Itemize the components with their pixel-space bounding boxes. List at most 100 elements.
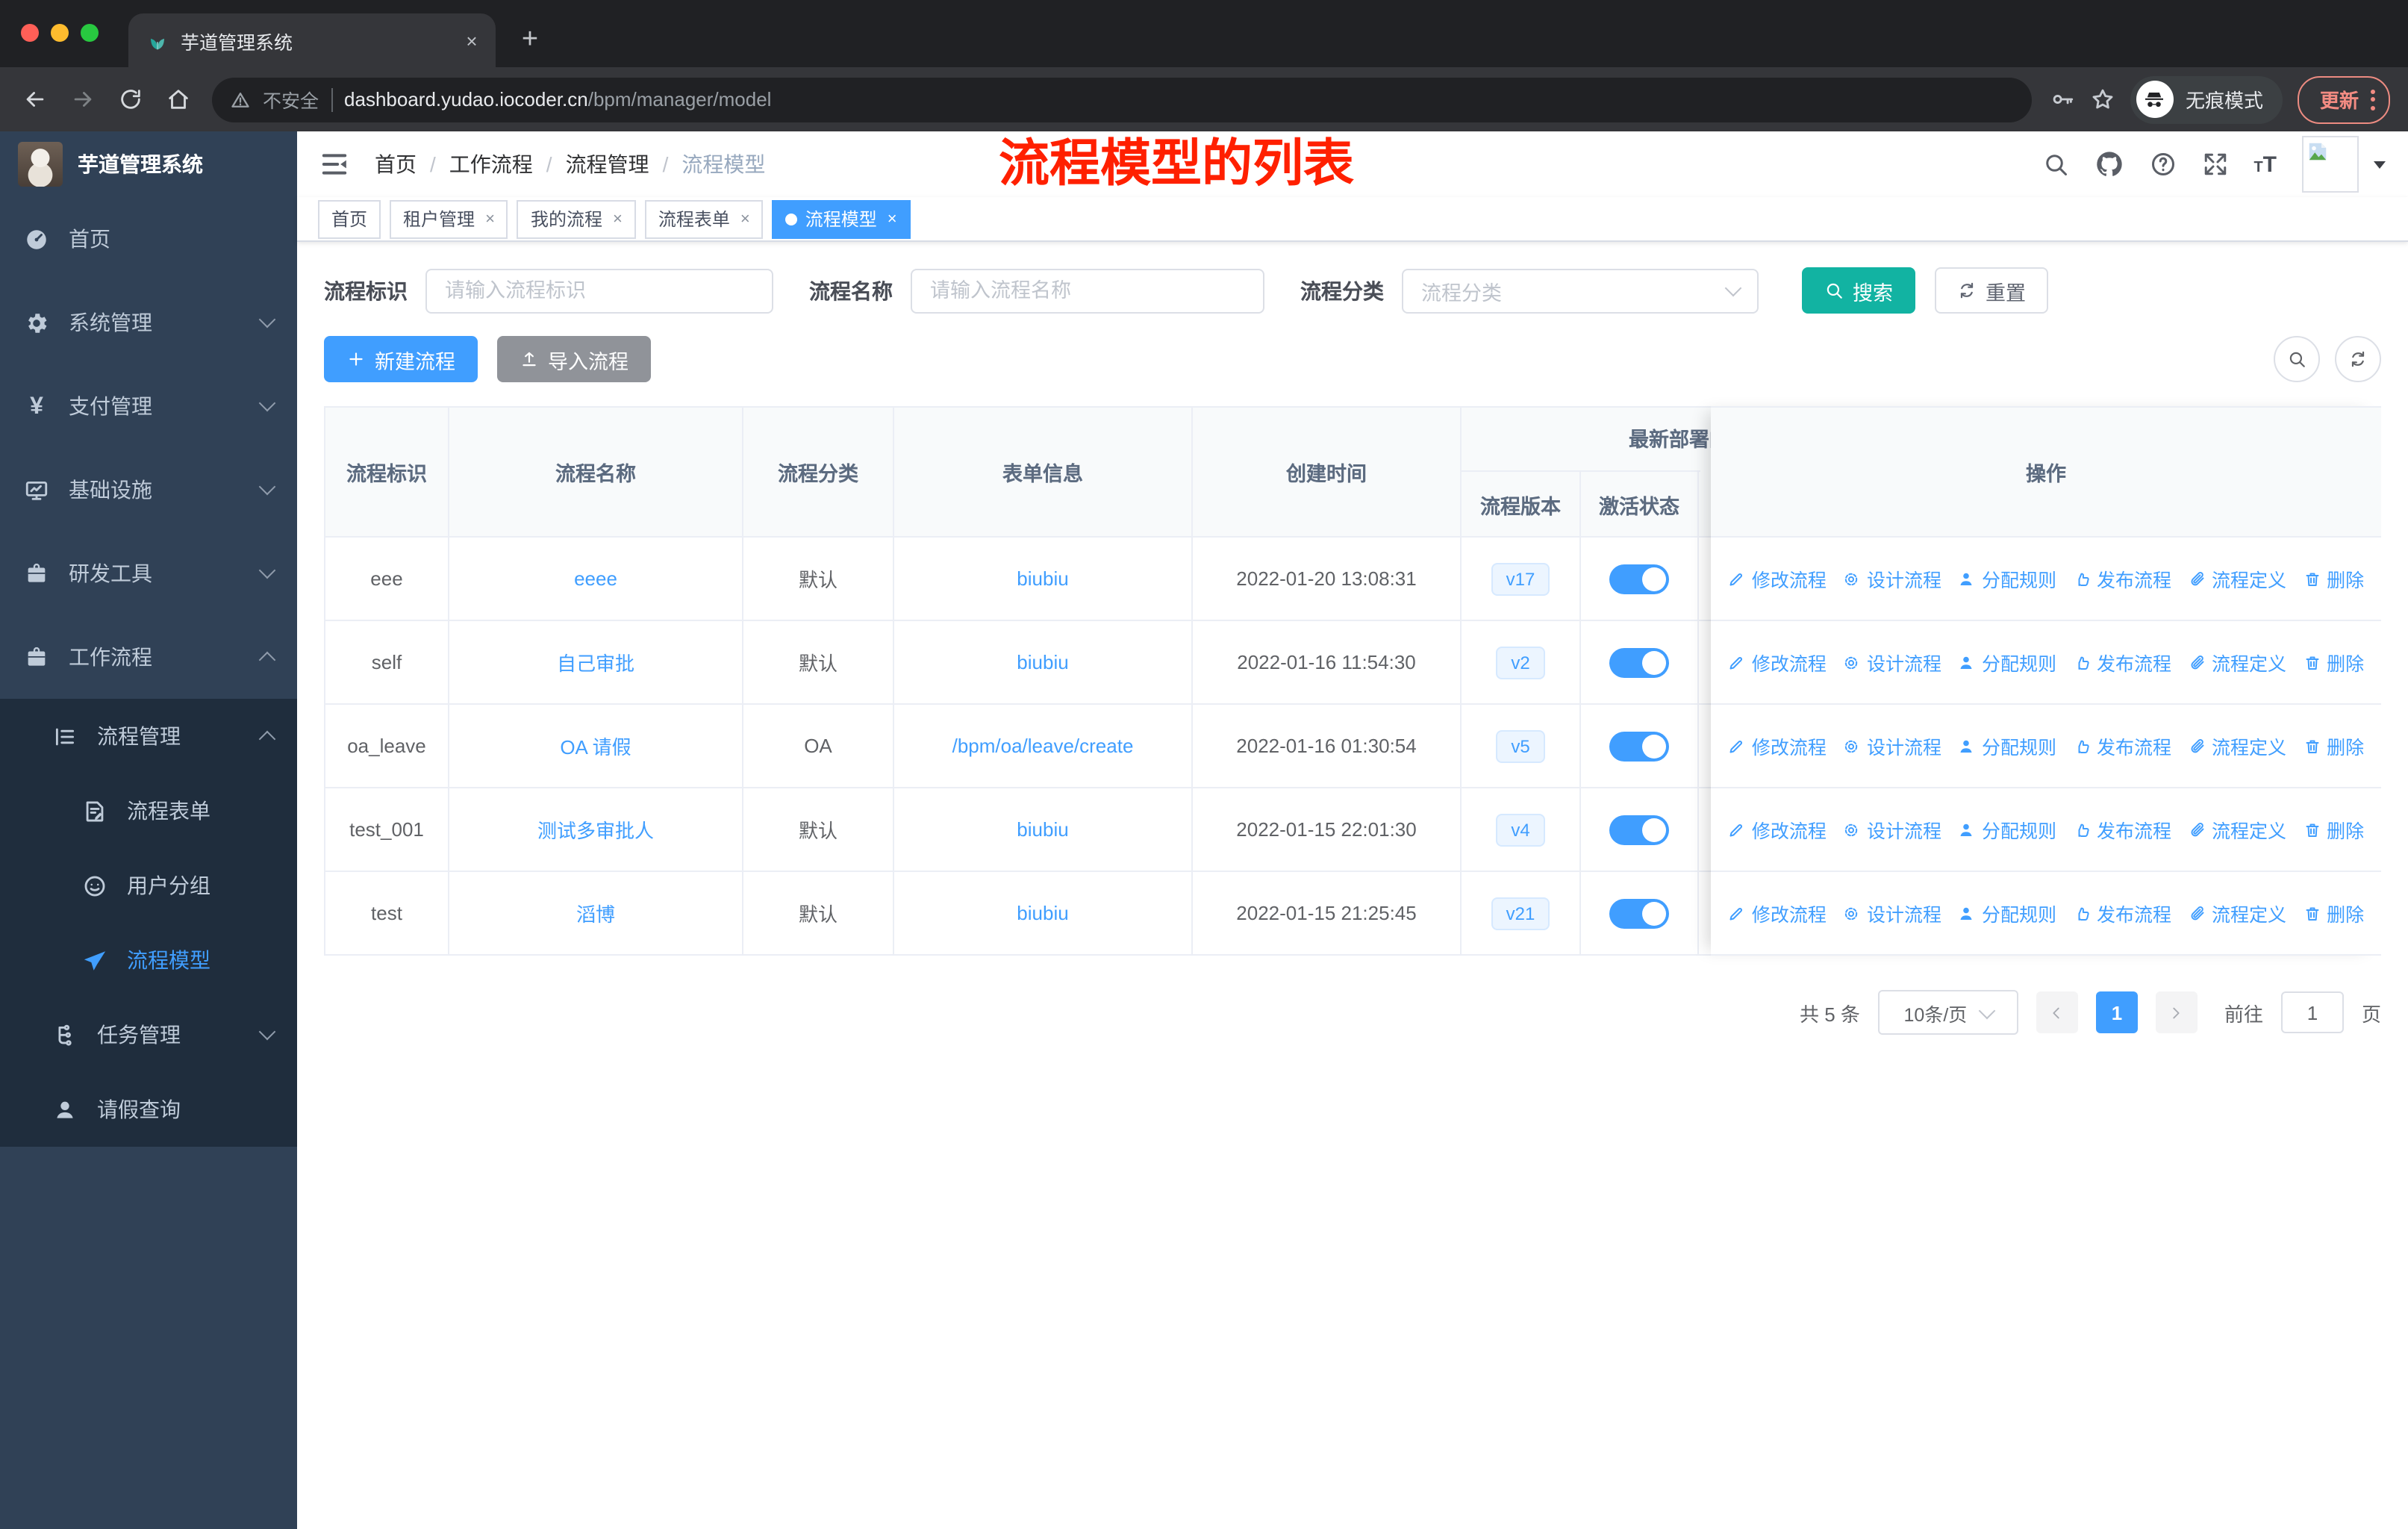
sidebar-item-workflow[interactable]: 工作流程: [0, 615, 297, 699]
github-icon[interactable]: [2094, 149, 2124, 179]
process-name-link[interactable]: eeee: [574, 567, 617, 590]
assign-rule-link[interactable]: 分配规则: [1958, 899, 2056, 927]
import-process-button[interactable]: 导入流程: [497, 336, 651, 382]
reset-button[interactable]: 重置: [1935, 267, 2048, 314]
active-toggle[interactable]: [1609, 815, 1669, 844]
page-number-button[interactable]: 1: [2095, 991, 2138, 1033]
close-tag-icon[interactable]: ×: [613, 210, 623, 228]
process-name-link[interactable]: 测试多审批人: [537, 815, 654, 844]
back-button[interactable]: [12, 77, 57, 122]
sidebar-item-process-model[interactable]: 流程模型: [0, 923, 297, 997]
tag-process-form[interactable]: 流程表单 ×: [644, 199, 764, 238]
design-process-link[interactable]: 设计流程: [1843, 732, 1941, 760]
new-tab-button[interactable]: +: [508, 18, 552, 63]
form-info-link[interactable]: biubiu: [1017, 567, 1068, 590]
goto-page-input[interactable]: [2280, 991, 2344, 1033]
publish-process-link[interactable]: 发布流程: [2073, 899, 2171, 927]
avatar-caret-down-icon[interactable]: [2374, 161, 2386, 168]
close-tag-icon[interactable]: ×: [740, 210, 750, 228]
form-info-link[interactable]: biubiu: [1017, 902, 1068, 924]
help-icon[interactable]: [2149, 151, 2176, 178]
form-info-link[interactable]: /bpm/oa/leave/create: [952, 735, 1134, 757]
sidebar-item-task-mgmt[interactable]: 任务管理: [0, 997, 297, 1072]
password-key-icon[interactable]: [2050, 87, 2075, 112]
address-bar[interactable]: 不安全 dashboard.yudao.iocoder.cn/bpm/manag…: [212, 77, 2032, 122]
publish-process-link[interactable]: 发布流程: [2073, 732, 2171, 760]
modify-process-link[interactable]: 修改流程: [1728, 815, 1827, 844]
category-select[interactable]: 流程分类: [1402, 268, 1759, 313]
page-size-select[interactable]: 10条/页: [1877, 990, 2018, 1035]
process-name-link[interactable]: OA 请假: [560, 732, 631, 760]
design-process-link[interactable]: 设计流程: [1843, 648, 1941, 676]
modify-process-link[interactable]: 修改流程: [1728, 648, 1827, 676]
tag-process-model[interactable]: 流程模型 ×: [772, 199, 911, 238]
sidebar-item-process-mgmt[interactable]: 流程管理: [0, 699, 297, 773]
delete-link[interactable]: 删除: [2303, 899, 2364, 927]
minimize-window-button[interactable]: [51, 24, 69, 42]
delete-link[interactable]: 删除: [2303, 732, 2364, 760]
publish-process-link[interactable]: 发布流程: [2073, 564, 2171, 593]
delete-link[interactable]: 删除: [2303, 648, 2364, 676]
design-process-link[interactable]: 设计流程: [1843, 564, 1941, 593]
create-process-button[interactable]: 新建流程: [324, 336, 478, 382]
search-button[interactable]: 搜索: [1802, 267, 1915, 314]
form-info-link[interactable]: biubiu: [1017, 651, 1068, 673]
form-info-link[interactable]: biubiu: [1017, 818, 1068, 841]
delete-link[interactable]: 删除: [2303, 815, 2364, 844]
assign-rule-link[interactable]: 分配规则: [1958, 815, 2056, 844]
sidebar-item-devtools[interactable]: 研发工具: [0, 532, 297, 615]
bookmark-star-icon[interactable]: [2090, 87, 2115, 112]
modify-process-link[interactable]: 修改流程: [1728, 564, 1827, 593]
assign-rule-link[interactable]: 分配规则: [1958, 564, 2056, 593]
forward-button[interactable]: [60, 77, 105, 122]
hamburger-fold-icon[interactable]: [319, 149, 349, 179]
design-process-link[interactable]: 设计流程: [1843, 815, 1941, 844]
active-toggle[interactable]: [1609, 564, 1669, 594]
active-toggle[interactable]: [1609, 898, 1669, 928]
tag-home[interactable]: 首页: [318, 199, 381, 238]
search-icon[interactable]: [2042, 151, 2068, 178]
tag-tenant[interactable]: 租户管理 ×: [390, 199, 508, 238]
show-search-button[interactable]: [2274, 336, 2320, 382]
fullscreen-icon[interactable]: [2201, 151, 2228, 178]
sidebar-item-leave-query[interactable]: 请假查询: [0, 1072, 297, 1147]
close-tag-icon[interactable]: ×: [485, 210, 495, 228]
home-button[interactable]: [155, 77, 200, 122]
modify-process-link[interactable]: 修改流程: [1728, 899, 1827, 927]
next-page-button[interactable]: [2155, 991, 2198, 1033]
maximize-window-button[interactable]: [81, 24, 99, 42]
active-toggle[interactable]: [1609, 731, 1669, 761]
reload-button[interactable]: [107, 77, 152, 122]
sidebar-item-system[interactable]: 系统管理: [0, 281, 297, 364]
breadcrumb-workflow[interactable]: 工作流程: [449, 149, 533, 179]
publish-process-link[interactable]: 发布流程: [2073, 815, 2171, 844]
process-definition-link[interactable]: 流程定义: [2188, 648, 2286, 676]
sidebar-item-user-group[interactable]: 用户分组: [0, 848, 297, 923]
process-name-link[interactable]: 滔博: [576, 899, 615, 927]
browser-update-button[interactable]: 更新: [2297, 75, 2390, 123]
process-name-link[interactable]: 自己审批: [557, 648, 634, 676]
sidebar-item-home[interactable]: 首页: [0, 197, 297, 281]
assign-rule-link[interactable]: 分配规则: [1958, 732, 2056, 760]
assign-rule-link[interactable]: 分配规则: [1958, 648, 2056, 676]
refresh-table-button[interactable]: [2335, 336, 2381, 382]
process-id-input[interactable]: [425, 268, 773, 313]
sidebar-item-process-form[interactable]: 流程表单: [0, 773, 297, 848]
process-definition-link[interactable]: 流程定义: [2188, 815, 2286, 844]
close-tab-icon[interactable]: ×: [460, 29, 484, 52]
user-avatar[interactable]: [2302, 136, 2359, 193]
process-definition-link[interactable]: 流程定义: [2188, 564, 2286, 593]
font-size-icon[interactable]: TT: [2253, 152, 2277, 177]
active-toggle[interactable]: [1609, 647, 1669, 677]
design-process-link[interactable]: 设计流程: [1843, 899, 1941, 927]
close-window-button[interactable]: [21, 24, 39, 42]
process-definition-link[interactable]: 流程定义: [2188, 899, 2286, 927]
browser-tab[interactable]: 芋道管理系统 ×: [128, 13, 496, 67]
breadcrumb-home[interactable]: 首页: [375, 149, 417, 179]
breadcrumb-process-mgmt[interactable]: 流程管理: [566, 149, 649, 179]
sidebar-item-infra[interactable]: 基础设施: [0, 448, 297, 532]
sidebar-item-payment[interactable]: ¥ 支付管理: [0, 364, 297, 448]
publish-process-link[interactable]: 发布流程: [2073, 648, 2171, 676]
modify-process-link[interactable]: 修改流程: [1728, 732, 1827, 760]
process-name-input[interactable]: [911, 268, 1264, 313]
